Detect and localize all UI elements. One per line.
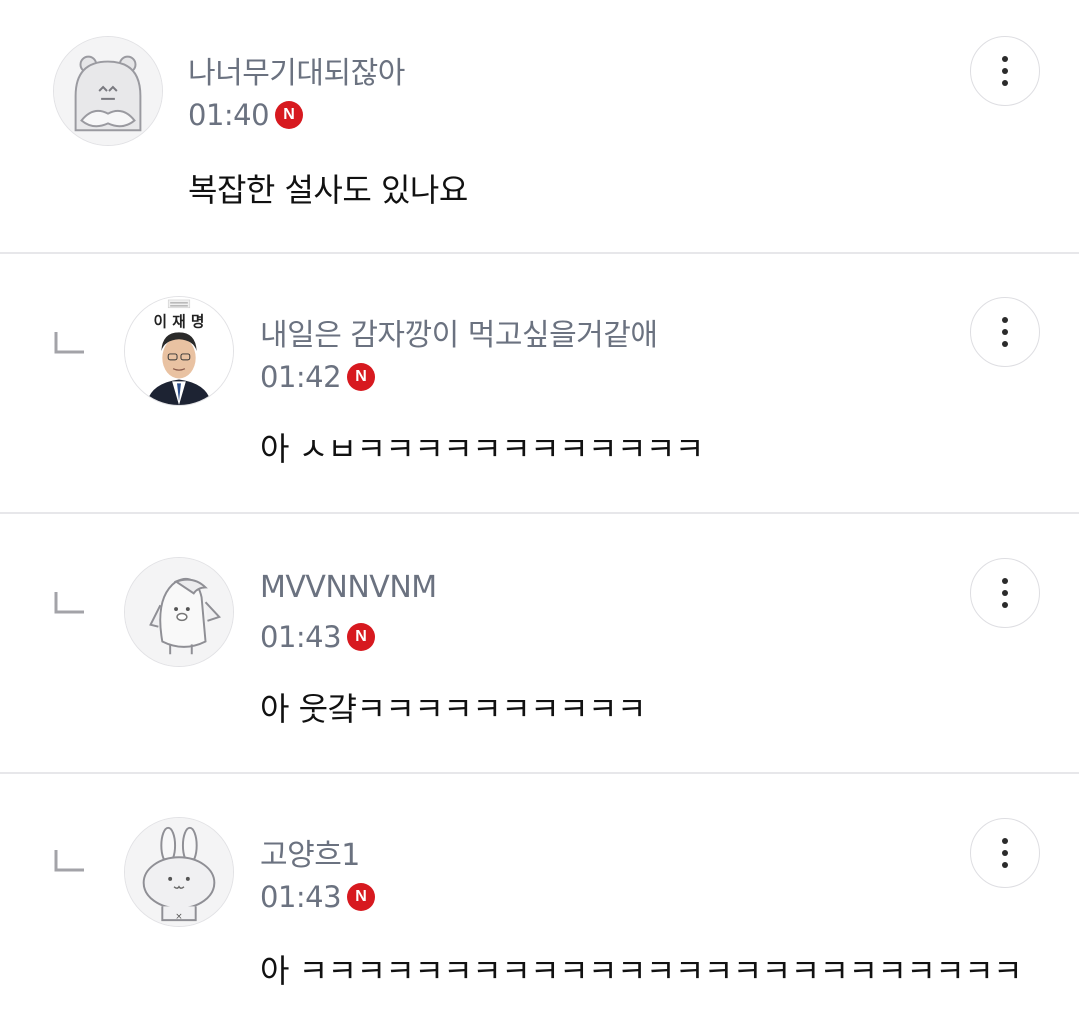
- comment-text: 아 ㅅㅂㅋㅋㅋㅋㅋㅋㅋㅋㅋㅋㅋㅋ: [260, 430, 704, 468]
- politician-photo-avatar[interactable]: 이 재 명: [124, 296, 234, 406]
- new-badge: N: [275, 101, 304, 129]
- hippo-avatar[interactable]: [53, 36, 163, 146]
- comment-nickname[interactable]: MVVNNVNM: [260, 570, 437, 605]
- avatar-caption: 이 재 명: [154, 312, 205, 330]
- more-options-button[interactable]: [970, 36, 1040, 106]
- more-options-button[interactable]: [970, 558, 1040, 628]
- new-badge: N: [347, 883, 376, 911]
- comment-meta: 01:43 N: [260, 620, 376, 654]
- comment-text: 아 ㅋㅋㅋㅋㅋㅋㅋㅋㅋㅋㅋㅋㅋㅋㅋㅋㅋㅋㅋㅋㅋㅋㅋㅋㅋ: [260, 952, 1023, 990]
- reply-corner-icon: [54, 592, 84, 614]
- comment-item: 나너무기대되잖아 01:40 N 복잡한 설사도 있나요: [0, 0, 1079, 252]
- comment-meta: 01:42 N: [260, 360, 376, 394]
- comment-meta: 01:40 N: [188, 98, 304, 132]
- comment-nickname[interactable]: 고양흐1: [260, 830, 360, 874]
- reply-corner-icon: [54, 332, 84, 354]
- comment-nickname[interactable]: 나너무기대되잖아: [188, 48, 405, 92]
- more-vertical-icon: [1002, 578, 1008, 584]
- new-badge: N: [347, 363, 376, 391]
- more-vertical-icon: [1002, 56, 1008, 62]
- reply-item: MVVNNVNM 01:43 N 아 웃걐ㅋㅋㅋㅋㅋㅋㅋㅋㅋㅋ: [0, 514, 1079, 772]
- more-options-button[interactable]: [970, 297, 1040, 367]
- comment-time: 01:42: [260, 360, 342, 394]
- comment-nickname[interactable]: 내일은 감자깡이 먹고싶을거같애: [260, 310, 658, 354]
- comment-time: 01:43: [260, 880, 342, 914]
- comment-text: 아 웃걐ㅋㅋㅋㅋㅋㅋㅋㅋㅋㅋ: [260, 690, 646, 728]
- svg-text:×: ×: [175, 912, 182, 922]
- rabbit-avatar[interactable]: ×: [124, 817, 234, 927]
- new-badge: N: [347, 623, 376, 651]
- more-options-button[interactable]: [970, 818, 1040, 888]
- penguin-avatar[interactable]: [124, 557, 234, 667]
- comment-time: 01:40: [188, 98, 270, 132]
- reply-corner-icon: [54, 850, 84, 872]
- reply-item: × 고양흐1 01:43 N 아 ㅋㅋㅋㅋㅋㅋㅋㅋㅋㅋㅋㅋㅋㅋㅋㅋㅋㅋㅋㅋㅋㅋㅋ…: [0, 774, 1079, 1021]
- comment-meta: 01:43 N: [260, 880, 376, 914]
- comment-time: 01:43: [260, 620, 342, 654]
- reply-item: 이 재 명 내일은 감자깡이 먹고싶을거같애 01:42 N 아 ㅅㅂㅋㅋㅋㅋㅋ…: [0, 254, 1079, 512]
- comment-text: 복잡한 설사도 있나요: [188, 171, 468, 209]
- more-vertical-icon: [1002, 838, 1008, 844]
- more-vertical-icon: [1002, 317, 1008, 323]
